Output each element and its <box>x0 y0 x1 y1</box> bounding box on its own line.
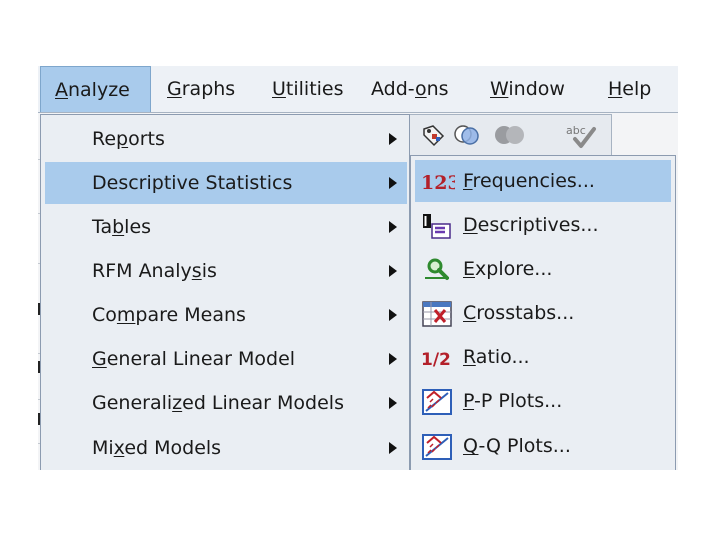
menu-item-compare-means-label: pare Means <box>135 304 246 326</box>
submenu-item-pp-plots-label: -P Plots... <box>474 390 563 412</box>
submenu-item-descriptives[interactable]: Descriptives... <box>415 204 671 246</box>
submenu-item-frequencies-accel: F <box>463 170 473 192</box>
menu-item-general-linear-model[interactable]: General Linear Model <box>45 338 407 380</box>
menu-item-rfm-analysis[interactable]: RFM Analysis <box>45 250 407 292</box>
toolbar: abc <box>408 114 612 156</box>
menu-item-rfm-analysis-label-pre: RFM Analy <box>92 260 192 282</box>
menu-item-mixed-models-accel: x <box>113 437 125 459</box>
explore-magnifier-icon <box>421 256 451 282</box>
menu-utilities[interactable]: Utilities <box>258 66 358 112</box>
menu-item-mixed-models-label: ed Models <box>124 437 222 459</box>
menu-item-rfm-analysis-accel: s <box>191 260 202 282</box>
menu-window-label: indow <box>508 78 565 100</box>
frequencies-123-icon: 123 <box>421 168 461 194</box>
submenu-arrow-icon <box>389 177 397 189</box>
menu-item-tables-accel: b <box>112 216 125 238</box>
descriptive-statistics-submenu: 123 Frequencies... Descriptives... Explo… <box>410 155 676 470</box>
submenu-item-crosstabs[interactable]: Crosstabs... <box>415 292 671 334</box>
menu-item-tables-label: les <box>124 216 152 238</box>
spellcheck-text: abc <box>566 124 586 137</box>
screenshot-frame: Analyze Graphs Utilities Add-ons Window … <box>38 66 678 470</box>
submenu-item-descriptives-accel: D <box>463 214 478 236</box>
menu-utilities-accel: U <box>272 78 286 100</box>
ratio-icon-text: 1/2 <box>421 350 451 370</box>
menu-help[interactable]: Help <box>594 66 665 112</box>
analyze-menu: Reports Descriptive Statistics Tables RF… <box>40 114 410 470</box>
submenu-item-crosstabs-accel: C <box>463 302 477 324</box>
menu-item-compare-means-label-pre: Co <box>92 304 117 326</box>
gray-circles-icon[interactable] <box>493 123 524 147</box>
submenu-arrow-icon <box>389 353 397 365</box>
menu-item-generalized-linear-models-accel: z <box>172 392 183 414</box>
circles-icon[interactable] <box>453 123 479 147</box>
menu-item-reports-accel: p <box>116 128 129 150</box>
menu-item-mixed-models[interactable]: Mixed Models <box>45 427 407 469</box>
menu-item-rfm-analysis-label: is <box>201 260 217 282</box>
qq-plot-icon <box>421 433 452 460</box>
menu-item-reports[interactable]: Reports <box>45 118 407 160</box>
submenu-item-ratio-label: atio... <box>475 346 530 368</box>
submenu-item-frequencies[interactable]: 123 Frequencies... <box>415 160 671 202</box>
submenu-item-qq-plots-label: -Q Plots... <box>478 435 571 457</box>
submenu-arrow-icon <box>389 442 397 454</box>
submenu-item-ratio-accel: R <box>463 346 476 368</box>
menu-window[interactable]: Window <box>476 66 579 112</box>
submenu-arrow-icon <box>389 397 397 409</box>
menu-analyze-label: nalyze <box>68 79 130 101</box>
menu-item-compare-means[interactable]: Compare Means <box>45 294 407 336</box>
menu-item-general-linear-model-accel: G <box>92 348 107 370</box>
crosstabs-table-icon <box>421 300 452 327</box>
submenu-item-qq-plots[interactable]: Q-Q Plots... <box>415 425 671 467</box>
menu-item-compare-means-accel: m <box>116 304 136 326</box>
menu-item-descriptive-statistics-label: Descriptive Statistics <box>92 172 293 194</box>
menu-addons[interactable]: Add-ons <box>357 66 463 112</box>
submenu-arrow-icon <box>389 221 397 233</box>
submenu-arrow-icon <box>389 265 397 277</box>
menubar: Analyze Graphs Utilities Add-ons Window … <box>38 66 678 113</box>
submenu-item-qq-plots-accel: Q <box>463 435 479 457</box>
menu-help-label: elp <box>622 78 652 100</box>
menu-item-descriptive-statistics[interactable]: Descriptive Statistics <box>45 162 407 204</box>
menu-graphs[interactable]: Graphs <box>153 66 249 112</box>
menu-item-reports-label-pre: Re <box>92 128 117 150</box>
submenu-item-crosstabs-label: rosstabs... <box>476 302 575 324</box>
frequencies-icon-text: 123 <box>421 172 455 194</box>
menu-item-mixed-models-label-pre: Mi <box>92 437 114 459</box>
menu-analyze[interactable]: Analyze <box>40 66 151 112</box>
submenu-item-explore[interactable]: Explore... <box>415 248 671 290</box>
pp-plot-icon <box>421 388 452 415</box>
menu-utilities-label: tilities <box>285 78 344 100</box>
menu-graphs-label: raphs <box>181 78 236 100</box>
submenu-item-pp-plots-accel: P <box>463 390 475 412</box>
tag-icon[interactable] <box>421 123 447 147</box>
submenu-item-descriptives-label: escriptives... <box>477 214 599 236</box>
menu-item-general-linear-model-label: eneral Linear Model <box>106 348 296 370</box>
menu-analyze-accel: A <box>55 79 68 101</box>
menu-item-tables-label-pre: Ta <box>92 216 113 238</box>
menu-item-tables[interactable]: Tables <box>45 206 407 248</box>
menu-addons-label: ns <box>426 78 449 100</box>
submenu-arrow-icon <box>389 133 397 145</box>
ratio-half-icon: 1/2 <box>421 344 451 370</box>
descriptives-mu-sigma-icon <box>421 212 451 239</box>
spellcheck-icon[interactable]: abc <box>565 123 599 148</box>
submenu-item-explore-accel: E <box>463 258 476 280</box>
menu-item-generalized-linear-models-label: ed Linear Models <box>182 392 344 414</box>
menu-addons-accel: o <box>415 78 427 100</box>
submenu-item-pp-plots[interactable]: P-P Plots... <box>415 380 671 422</box>
menu-item-generalized-linear-models-label-pre: Generali <box>92 392 173 414</box>
submenu-item-explore-label: xplore... <box>475 258 553 280</box>
menu-graphs-accel: G <box>167 78 182 100</box>
submenu-arrow-icon <box>389 309 397 321</box>
submenu-item-frequencies-label: requencies... <box>472 170 595 192</box>
menu-item-generalized-linear-models[interactable]: Generalized Linear Models <box>45 382 407 424</box>
menu-help-accel: H <box>608 78 623 100</box>
menu-item-reports-label: orts <box>128 128 165 150</box>
menu-window-accel: W <box>490 78 509 100</box>
submenu-item-ratio[interactable]: 1/2 Ratio... <box>415 336 671 378</box>
menu-addons-label-pre: Add- <box>371 78 415 100</box>
